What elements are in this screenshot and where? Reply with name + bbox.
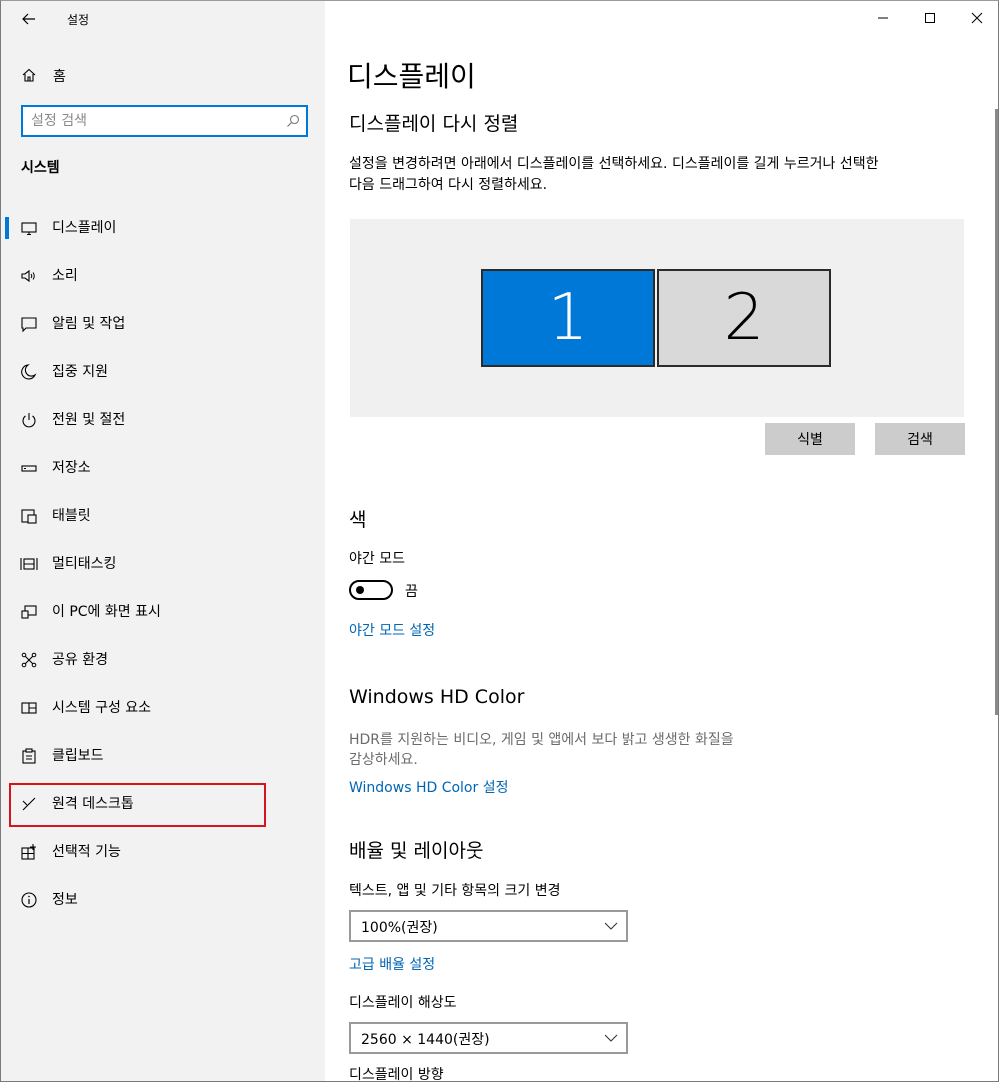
identify-button[interactable]: 식별 [765, 423, 855, 455]
scale-dropdown[interactable]: 100%(권장) [349, 910, 628, 942]
speaker-icon [21, 269, 35, 283]
hdr-heading: Windows HD Color [349, 686, 525, 708]
search-icon[interactable] [286, 114, 300, 128]
maximize-button[interactable] [906, 1, 953, 35]
sidebar-item-storage[interactable]: 저장소 [1, 445, 325, 493]
scrollbar[interactable] [995, 109, 998, 715]
tablet-icon [21, 509, 37, 524]
monitor-icon [21, 222, 37, 236]
clipboard-icon [22, 748, 36, 764]
hdr-description-line2: 감상하세요. [349, 752, 418, 768]
resolution-value: 2560 × 1440(권장) [361, 1032, 490, 1048]
chevron-down-icon [604, 922, 618, 930]
components-icon [21, 702, 37, 714]
sidebar-item-label: 집중 지원 [52, 364, 108, 380]
moon-icon [21, 364, 37, 380]
scale-value: 100%(권장) [361, 920, 438, 936]
monitor-1[interactable]: 1 [481, 269, 655, 367]
resolution-dropdown[interactable]: 2560 × 1440(권장) [349, 1022, 628, 1054]
detect-button[interactable]: 검색 [875, 423, 965, 455]
color-heading: 색 [349, 509, 367, 531]
back-button[interactable] [15, 7, 43, 31]
orientation-label: 디스플레이 방향 [349, 1067, 444, 1082]
hdr-description-line1: HDR를 지원하는 비디오, 게임 및 앱에서 보다 밝고 생생한 화질을 [349, 732, 734, 748]
main-content: 디스플레이 디스플레이 다시 정렬 설정을 변경하려면 아래에서 디스플레이를 … [325, 1, 998, 1082]
sidebar-item-label: 전원 및 절전 [52, 412, 126, 428]
optional-features-icon [21, 844, 36, 860]
sidebar-item-label: 원격 데스크톱 [52, 796, 134, 812]
sidebar-item-label: 태블릿 [52, 508, 91, 524]
sidebar-item-optional-features[interactable]: 선택적 기능 [1, 829, 325, 877]
title-bar: 설정 [1, 1, 325, 37]
page-title: 디스플레이 [347, 60, 476, 93]
sidebar-item-label: 소리 [52, 268, 78, 284]
sidebar-item-project-to-pc[interactable]: 이 PC에 화면 표시 [1, 589, 325, 637]
sidebar-item-label: 클립보드 [52, 748, 104, 764]
settings-window: 설정 홈 시스템 디스플레이 소리 알림 및 작업 [0, 0, 999, 1082]
sidebar-item-display[interactable]: 디스플레이 [1, 205, 325, 253]
sidebar-item-notifications[interactable]: 알림 및 작업 [1, 301, 325, 349]
sidebar-item-label: 이 PC에 화면 표시 [52, 604, 161, 620]
section-title: 시스템 [21, 160, 60, 176]
sidebar-item-tablet[interactable]: 태블릿 [1, 493, 325, 541]
maximize-icon [924, 13, 935, 23]
home-label: 홈 [53, 69, 66, 85]
rearrange-heading: 디스플레이 다시 정렬 [349, 113, 519, 135]
sidebar-nav: 디스플레이 소리 알림 및 작업 집중 지원 전원 및 절전 저장소 태블릿 멀… [1, 205, 325, 925]
power-icon [22, 413, 36, 428]
sidebar-item-system-components[interactable]: 시스템 구성 요소 [1, 685, 325, 733]
search-input[interactable] [31, 112, 281, 130]
project-icon [21, 605, 37, 619]
remote-desktop-icon [22, 797, 36, 811]
sidebar-item-clipboard[interactable]: 클립보드 [1, 733, 325, 781]
display-arrangement-area: 1 2 [350, 219, 964, 417]
window-controls [859, 1, 998, 35]
notification-icon [21, 317, 37, 333]
sidebar-item-label: 저장소 [52, 460, 91, 476]
sidebar-item-label: 공유 환경 [52, 652, 108, 668]
sidebar-item-label: 디스플레이 [52, 220, 117, 236]
app-title: 설정 [67, 13, 90, 27]
search-box[interactable] [21, 105, 308, 137]
night-light-label: 야간 모드 [349, 551, 405, 567]
minimize-icon [877, 17, 888, 19]
night-light-state: 끔 [405, 584, 418, 600]
close-button[interactable] [953, 1, 998, 35]
sidebar-item-multitasking[interactable]: 멀티태스킹 [1, 541, 325, 589]
sidebar-item-label: 시스템 구성 요소 [52, 700, 152, 716]
back-arrow-icon [22, 13, 35, 25]
storage-icon [21, 465, 37, 472]
monitor-2[interactable]: 2 [657, 269, 831, 367]
home-icon [22, 68, 36, 82]
sidebar-item-sound[interactable]: 소리 [1, 253, 325, 301]
close-icon [971, 12, 982, 24]
chevron-down-icon [604, 1034, 618, 1042]
sidebar-item-label: 정보 [52, 892, 78, 908]
night-light-settings-link[interactable]: 야간 모드 설정 [349, 620, 435, 640]
shared-experiences-icon [21, 652, 37, 668]
scale-heading: 배율 및 레이아웃 [349, 840, 484, 862]
advanced-scaling-link[interactable]: 고급 배율 설정 [349, 954, 435, 974]
sidebar-item-label: 알림 및 작업 [52, 316, 126, 332]
info-icon [21, 892, 37, 908]
minimize-button[interactable] [859, 1, 906, 35]
sidebar-item-remote-desktop[interactable]: 원격 데스크톱 [1, 781, 325, 829]
multitasking-icon [20, 558, 38, 570]
sidebar-item-power[interactable]: 전원 및 절전 [1, 397, 325, 445]
sidebar-item-shared-experiences[interactable]: 공유 환경 [1, 637, 325, 685]
sidebar-item-about[interactable]: 정보 [1, 877, 325, 925]
sidebar-item-label: 선택적 기능 [52, 844, 121, 860]
sidebar-item-focus-assist[interactable]: 집중 지원 [1, 349, 325, 397]
home-nav-item[interactable]: 홈 [1, 61, 325, 89]
sidebar-item-label: 멀티태스킹 [52, 556, 117, 572]
scale-label: 텍스트, 앱 및 기타 항목의 크기 변경 [349, 883, 561, 899]
night-light-toggle[interactable] [349, 580, 393, 600]
rearrange-description-line1: 설정을 변경하려면 아래에서 디스플레이를 선택하세요. 디스플레이를 길게 누… [349, 156, 879, 172]
sidebar: 설정 홈 시스템 디스플레이 소리 알림 및 작업 [1, 1, 325, 1081]
hdr-settings-link[interactable]: Windows HD Color 설정 [349, 777, 508, 797]
rearrange-description-line2: 다음 드래그하여 다시 정렬하세요. [349, 177, 548, 193]
resolution-label: 디스플레이 해상도 [349, 995, 457, 1011]
